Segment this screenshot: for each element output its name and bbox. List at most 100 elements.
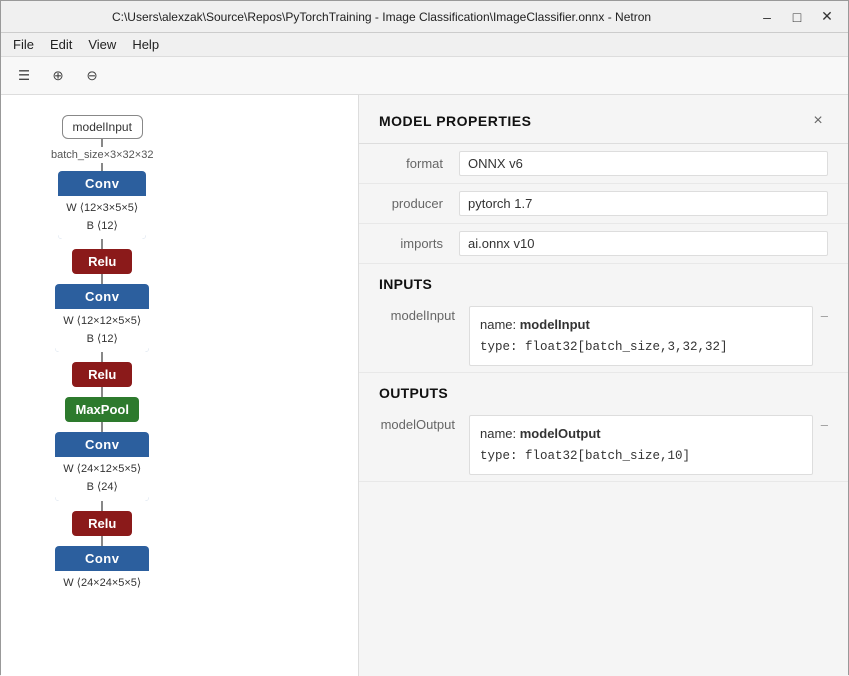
relu1-group: Relu <box>72 249 132 284</box>
conv2-b: B ⟨12⟩ <box>63 331 141 349</box>
connector-8 <box>101 501 103 511</box>
node-relu3[interactable]: Relu <box>72 511 132 536</box>
node-model-input[interactable]: modelInput <box>62 115 143 139</box>
minimize-button[interactable]: – <box>754 7 780 27</box>
connector-5 <box>101 352 103 362</box>
output-label: modelOutput <box>379 415 469 475</box>
producer-value: pytorch 1.7 <box>459 191 828 216</box>
panel-header: MODEL PROPERTIES × <box>359 95 848 144</box>
node-relu1[interactable]: Relu <box>72 249 132 274</box>
format-row: format ONNX v6 <box>359 144 848 184</box>
input-type-value: float32[batch_size,3,32,32] <box>525 340 728 354</box>
sidebar-toggle-button[interactable]: ☰ <box>9 62 39 90</box>
panel-close-button[interactable]: × <box>808 111 828 131</box>
conv3-w: W ⟨24×12×5×5⟩ <box>63 461 141 479</box>
input-dash: – <box>813 306 828 323</box>
connector-7 <box>101 422 103 432</box>
input-content-wrapper: name: modelInput type: float32[batch_siz… <box>469 306 828 366</box>
connector-6 <box>101 387 103 397</box>
input-name-prefix: name: <box>480 317 520 332</box>
connector-1 <box>101 139 103 147</box>
edge-label-1: batch_size×3×32×32 <box>51 149 153 161</box>
connector-4 <box>101 274 103 284</box>
imports-row: imports ai.onnx v10 <box>359 224 848 264</box>
output-content: name: modelOutput type: float32[batch_si… <box>469 415 813 475</box>
relu2-group: Relu <box>72 362 132 397</box>
conv1-group: Conv W ⟨12×3×5×5⟩ B ⟨12⟩ <box>58 171 146 249</box>
output-name: name: modelOutput <box>480 422 802 445</box>
conv3-params: W ⟨24×12×5×5⟩ B ⟨24⟩ <box>55 457 149 500</box>
producer-row: producer pytorch 1.7 <box>359 184 848 224</box>
conv2-params: W ⟨12×12×5×5⟩ B ⟨12⟩ <box>55 309 149 352</box>
properties-panel: MODEL PROPERTIES × format ONNX v6 produc… <box>358 95 848 676</box>
sidebar-icon: ☰ <box>18 68 30 84</box>
output-row: modelOutput name: modelOutput type: floa… <box>359 409 848 482</box>
node-conv3[interactable]: Conv W ⟨24×12×5×5⟩ B ⟨24⟩ <box>55 432 149 500</box>
close-window-button[interactable]: ✕ <box>814 7 840 27</box>
imports-label: imports <box>379 236 459 251</box>
menu-help[interactable]: Help <box>124 35 167 54</box>
neural-network-graph: modelInput batch_size×3×32×32 Conv W ⟨12… <box>51 115 153 596</box>
relu3-group: Relu <box>72 511 132 546</box>
menu-file[interactable]: File <box>5 35 42 54</box>
input-name: name: modelInput <box>480 313 802 336</box>
menu-view[interactable]: View <box>80 35 124 54</box>
zoom-in-icon: ⊕ <box>52 68 63 84</box>
menu-edit[interactable]: Edit <box>42 35 80 54</box>
maxpool-group: MaxPool <box>65 397 138 432</box>
conv1-w: W ⟨12×3×5×5⟩ <box>66 200 138 218</box>
window-controls: – □ ✕ <box>754 7 840 27</box>
window-title: C:\Users\alexzak\Source\Repos\PyTorchTra… <box>9 10 754 24</box>
panel-title: MODEL PROPERTIES <box>379 113 531 129</box>
conv1-b: B ⟨12⟩ <box>66 218 138 236</box>
connector-3 <box>101 239 103 249</box>
menubar: File Edit View Help <box>1 33 848 57</box>
conv4-w: W ⟨24×24×5×5⟩ <box>63 575 141 593</box>
main-area: modelInput batch_size×3×32×32 Conv W ⟨12… <box>1 95 848 676</box>
node-conv2[interactable]: Conv W ⟨12×12×5×5⟩ B ⟨12⟩ <box>55 284 149 352</box>
output-content-wrapper: name: modelOutput type: float32[batch_si… <box>469 415 828 475</box>
maximize-button[interactable]: □ <box>784 7 810 27</box>
imports-value: ai.onnx v10 <box>459 231 828 256</box>
zoom-in-button[interactable]: ⊕ <box>43 62 73 90</box>
node-conv1[interactable]: Conv W ⟨12×3×5×5⟩ B ⟨12⟩ <box>58 171 146 239</box>
producer-label: producer <box>379 196 459 211</box>
connector-9 <box>101 536 103 546</box>
node-conv4[interactable]: Conv W ⟨24×24×5×5⟩ <box>55 546 149 597</box>
output-name-prefix: name: <box>480 426 520 441</box>
format-label: format <box>379 156 459 171</box>
output-type-prefix: type: <box>480 449 525 463</box>
conv3-b: B ⟨24⟩ <box>63 479 141 497</box>
output-name-value: modelOutput <box>520 426 601 441</box>
conv2-title: Conv <box>55 284 149 309</box>
output-type-value: float32[batch_size,10] <box>525 449 690 463</box>
toolbar: ☰ ⊕ ⊖ <box>1 57 848 95</box>
model-input-group: modelInput batch_size×3×32×32 <box>51 115 153 171</box>
output-type: type: float32[batch_size,10] <box>480 445 802 468</box>
inputs-header: INPUTS <box>359 264 848 300</box>
outputs-header: OUTPUTS <box>359 373 848 409</box>
zoom-out-button[interactable]: ⊖ <box>77 62 107 90</box>
conv2-group: Conv W ⟨12×12×5×5⟩ B ⟨12⟩ <box>55 284 149 362</box>
input-row: modelInput name: modelInput type: float3… <box>359 300 848 373</box>
conv4-title: Conv <box>55 546 149 571</box>
connector-2 <box>101 163 103 171</box>
titlebar: C:\Users\alexzak\Source\Repos\PyTorchTra… <box>1 1 848 33</box>
conv1-title: Conv <box>58 171 146 196</box>
conv2-w: W ⟨12×12×5×5⟩ <box>63 313 141 331</box>
conv4-params: W ⟨24×24×5×5⟩ <box>55 571 149 597</box>
input-type: type: float32[batch_size,3,32,32] <box>480 336 802 359</box>
model-properties-section: format ONNX v6 producer pytorch 1.7 impo… <box>359 144 848 264</box>
zoom-out-icon: ⊖ <box>86 68 97 84</box>
output-dash: – <box>813 415 828 432</box>
conv3-title: Conv <box>55 432 149 457</box>
conv1-params: W ⟨12×3×5×5⟩ B ⟨12⟩ <box>58 196 146 239</box>
format-value: ONNX v6 <box>459 151 828 176</box>
input-name-value: modelInput <box>520 317 590 332</box>
input-content: name: modelInput type: float32[batch_siz… <box>469 306 813 366</box>
graph-canvas[interactable]: modelInput batch_size×3×32×32 Conv W ⟨12… <box>1 95 358 676</box>
conv3-group: Conv W ⟨24×12×5×5⟩ B ⟨24⟩ <box>55 432 149 510</box>
node-relu2[interactable]: Relu <box>72 362 132 387</box>
node-maxpool[interactable]: MaxPool <box>65 397 138 422</box>
input-label: modelInput <box>379 306 469 366</box>
